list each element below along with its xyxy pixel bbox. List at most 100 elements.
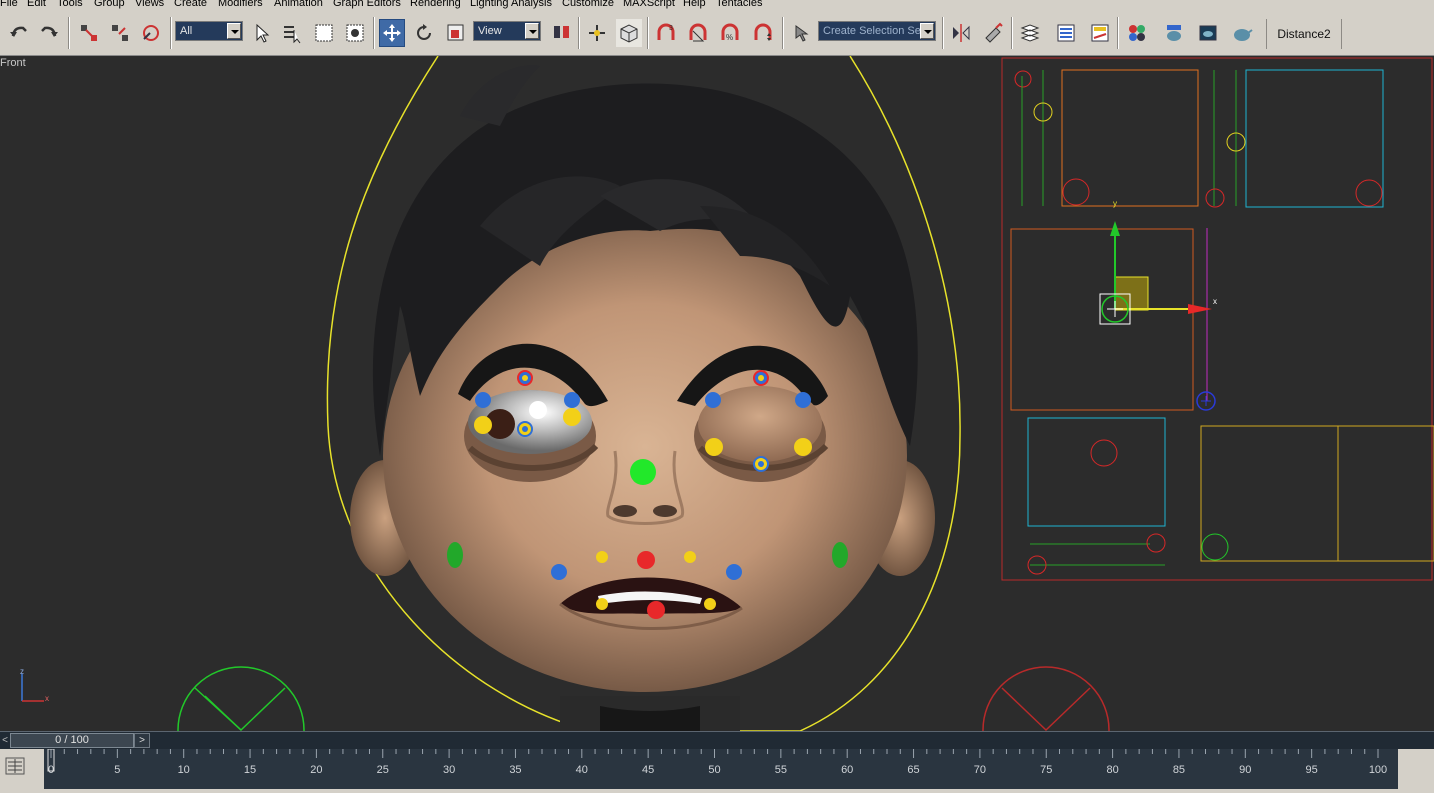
redo-button[interactable] [36,19,62,47]
ruler-tick-label: 10 [178,764,190,776]
cube-icon [620,24,638,43]
ctrl-mouth-left [551,564,567,580]
select-and-move-button[interactable] [379,19,405,47]
rendered-frame-window-button[interactable] [1195,19,1221,47]
select-and-scale-button[interactable] [443,19,469,47]
unlink-button[interactable] [107,19,133,47]
ctrl-left-eye-inner [564,392,580,408]
bind-space-warp-button[interactable] [138,19,164,47]
frame-window-icon [1199,25,1217,41]
menu-file[interactable]: File [0,0,18,9]
frame-ruler[interactable]: 0 5 10 15 20 25 30 35 40 45 50 55 60 65 70 75 80 85 90 95 10… [44,748,1398,789]
menu-tools[interactable]: Tools [57,0,83,9]
main-toolbar: All View 3 % Create Selection Se Distanc… [0,11,1434,56]
ctrl-right-lid-outer [794,438,812,456]
menu-group[interactable]: Group [94,0,125,9]
menu-bar: File Edit Tools Group Views Create Modif… [0,0,1434,11]
unlink-icon [112,25,128,41]
menu-graph-editors[interactable]: Graph Editors [333,0,401,9]
ruler-tick-label: 85 [1173,764,1185,776]
time-slider-handle[interactable]: 0 / 100 [10,733,134,748]
front-viewport[interactable]: z x y x Front [0,56,1434,731]
selection-filter-dropdown[interactable]: All [175,21,243,41]
ctrl-left-lid-inner [563,408,581,426]
ruler-tick-label: 55 [775,764,787,776]
spinner-snap-button[interactable] [750,19,776,47]
space-warp-icon [143,25,159,41]
curve-editor-mini-icon[interactable] [4,755,26,777]
rectangle-select-icon [315,24,333,42]
window-crossing-button[interactable] [342,19,368,47]
percent-snap-button[interactable]: % [717,19,743,47]
ruler-tick-label: 0 [48,764,54,776]
select-and-link-button[interactable] [76,19,102,47]
menu-customize[interactable]: Customize [562,0,614,9]
ruler-tick-label: 100 [1369,764,1387,776]
viewport-scene: z x y x [20,56,1434,731]
ruler-tick-label: 60 [841,764,853,776]
menu-modifiers[interactable]: Modifiers [218,0,263,9]
ruler-tick-label: 65 [907,764,919,776]
time-slider-next-button[interactable]: > [134,733,150,748]
ruler-tick-label: 90 [1239,764,1251,776]
menu-tentacles[interactable]: Tentacles [716,0,762,9]
select-and-rotate-button[interactable] [411,19,437,47]
named-selection-dropdown[interactable]: Create Selection Se [818,21,936,41]
menu-maxscript[interactable]: MAXScript [623,0,675,9]
align-button[interactable] [980,19,1006,47]
selection-filter-value: All [180,25,193,37]
ruler-tick-label: 80 [1106,764,1118,776]
ctrl-right-lid-inner [705,438,723,456]
svg-text:3: 3 [669,25,673,32]
schematic-view-button[interactable] [1053,19,1079,47]
manipulate-icon [589,25,605,41]
menu-animation[interactable]: Animation [274,0,323,9]
rectangular-selection-button[interactable] [311,19,337,47]
render-setup-button[interactable] [1161,19,1187,47]
mirror-button[interactable] [948,19,974,47]
menu-edit[interactable]: Edit [27,0,46,9]
ruler-tick-label: 75 [1040,764,1052,776]
named-selection-icon [795,25,809,42]
undo-button[interactable] [6,19,32,47]
track-bar: 0 5 10 15 20 25 30 35 40 45 50 55 60 65 70 75 80 85 90 95 10… [0,748,1434,793]
menu-lighting-analysis[interactable]: Lighting Analysis [470,0,552,9]
ruler-tick-label: 20 [310,764,322,776]
app-window: File Edit Tools Group Views Create Modif… [0,0,1434,793]
chevron-down-icon [525,23,539,39]
curve-editor-icon [1091,24,1109,42]
align-icon [985,22,1003,43]
menu-rendering[interactable]: Rendering [410,0,461,9]
viewport-label[interactable]: Front [0,57,26,69]
time-slider[interactable]: < 0 / 100 > [0,731,1434,749]
keyboard-shortcut-override-button[interactable] [616,19,642,47]
axis-label-z: z [20,667,24,676]
ruler-tick-label: 15 [244,764,256,776]
ruler-tick-label: 70 [974,764,986,776]
reference-coordinate-dropdown[interactable]: View [473,21,541,41]
axis-label-x: x [45,694,49,703]
edit-named-selection-button[interactable] [789,19,815,47]
angle-snap-button[interactable] [685,19,711,47]
menu-create[interactable]: Create [174,0,207,9]
layer-manager-button[interactable] [1017,19,1043,47]
menu-help[interactable]: Help [683,0,706,9]
select-object-button[interactable] [248,19,274,47]
select-and-manipulate-button[interactable] [584,19,610,47]
window-crossing-icon [346,24,364,42]
time-slider-prev-button[interactable]: < [0,734,10,748]
menu-views[interactable]: Views [135,0,164,9]
spinner-snap-icon [754,23,772,41]
pivot-center-button[interactable] [549,19,575,47]
move-icon [383,24,401,42]
ctrl-cheek-left [447,542,463,568]
gizmo-x-label: x [1213,297,1217,306]
material-editor-button[interactable] [1124,19,1150,47]
render-production-button[interactable] [1229,19,1255,47]
scale-icon [447,24,464,41]
curve-editor-button[interactable] [1087,19,1113,47]
distance-button[interactable]: Distance2 [1266,19,1342,49]
ctrl-lower-lip [647,601,665,619]
select-by-name-button[interactable] [279,19,305,47]
snaps-toggle-button[interactable]: 3 [653,19,679,47]
